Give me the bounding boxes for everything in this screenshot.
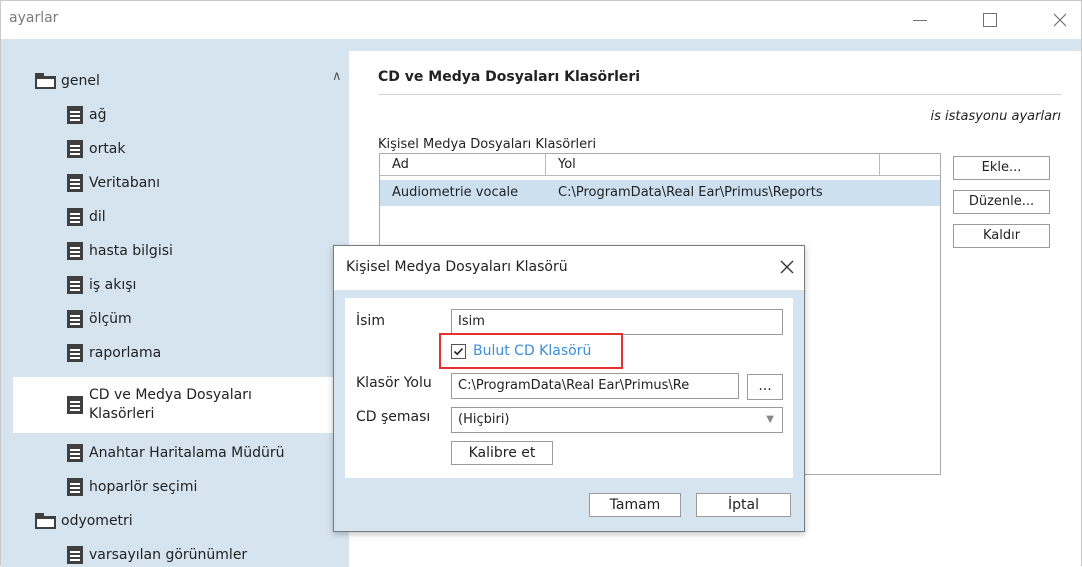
folder-path-input[interactable]: C:\ProgramData\Real Ear\Primus\Re [451, 373, 739, 399]
close-icon[interactable] [1037, 1, 1082, 39]
media-folder-dialog: Kişisel Medya Dosyaları Klasörü İsim Isi… [333, 245, 805, 532]
document-icon [67, 140, 83, 158]
column-header-yol[interactable]: Yol [546, 154, 880, 176]
title-bar: ayarlar [1, 1, 1081, 39]
document-icon [67, 208, 83, 226]
checkmark-icon [453, 347, 464, 356]
tree-item-odyometri[interactable]: odyometri [13, 504, 351, 538]
tree-item-hasta-bilgisi[interactable]: hasta bilgisi [13, 234, 383, 268]
cd-scheme-select[interactable]: (Hiçbiri) ▼ [451, 407, 783, 433]
tree-item-label: iş akışı [89, 277, 137, 293]
document-icon [67, 546, 83, 564]
tree-item-label: Klasörleri [89, 406, 155, 422]
tree-item-label: Veritabanı [89, 175, 161, 191]
cell-yol: C:\ProgramData\Real Ear\Primus\Reports [558, 185, 823, 200]
tree-item-hoparlor-secimi[interactable]: hoparlör seçimi [13, 470, 383, 504]
document-icon [67, 396, 83, 414]
tree-item-is-akisi[interactable]: iş akışı [13, 268, 383, 302]
browse-button[interactable]: ... [747, 374, 783, 400]
scope-label: is istasyonu ayarları [930, 109, 1061, 124]
ok-button[interactable]: Tamam [589, 493, 681, 517]
calibrate-button[interactable]: Kalibre et [451, 441, 553, 465]
maximize-icon[interactable] [967, 1, 1013, 39]
cd-scheme-label: CD şeması [356, 409, 431, 425]
dialog-close-icon[interactable] [780, 254, 794, 279]
tree-item-label: varsayılan görünümler [89, 547, 248, 563]
table-row[interactable]: Audiometrie vocale C:\ProgramData\Real E… [380, 180, 940, 206]
tree-item-veritabani[interactable]: Veritabanı [13, 166, 383, 200]
tree-item-cd-medya[interactable]: CD ve Medya Dosyaları Klasörleri [13, 377, 383, 433]
document-icon [67, 478, 83, 496]
tree-item-label: ortak [89, 141, 126, 157]
settings-tree: ∧ genel ağ ortak Veritabanı dil hasta bi… [13, 51, 383, 567]
dropdown-arrow-icon: ▼ [766, 414, 774, 425]
document-icon [67, 444, 83, 462]
document-icon [67, 242, 83, 260]
folder-icon [35, 73, 57, 89]
remove-button[interactable]: Kaldır [953, 224, 1050, 248]
list-label: Kişisel Medya Dosyaları Klasörleri [378, 137, 597, 152]
tree-item-label: ölçüm [89, 311, 132, 327]
tree-item-ag[interactable]: ağ [13, 98, 383, 132]
folder-icon [35, 513, 57, 529]
tree-item-raporlama[interactable]: raporlama [13, 336, 383, 370]
add-button[interactable]: Ekle... [953, 156, 1050, 180]
tree-item-label: raporlama [89, 345, 162, 361]
tree-item-label: hasta bilgisi [89, 243, 173, 259]
minimize-icon[interactable] [897, 1, 943, 39]
tree-item-varsayilan-gorunumler[interactable]: varsayılan görünümler [13, 538, 383, 567]
tree-item-anahtar-haritalama[interactable]: Anahtar Haritalama Müdürü [13, 436, 383, 470]
tree-item-label: dil [89, 209, 106, 225]
cell-ad: Audiometrie vocale [392, 185, 519, 200]
edit-button[interactable]: Düzenle... [953, 190, 1050, 214]
settings-window: ayarlar ∧ genel ağ ortak Veritabanı dil … [0, 0, 1082, 567]
tree-item-genel[interactable]: genel [13, 64, 351, 98]
tree-item-ortak[interactable]: ortak [13, 132, 383, 166]
panel-title: CD ve Medya Dosyaları Klasörleri [378, 69, 641, 85]
tree-item-dil[interactable]: dil [13, 200, 383, 234]
column-header-ad[interactable]: Ad [380, 154, 546, 176]
dialog-title-bar: Kişisel Medya Dosyaları Klasörü [334, 246, 804, 290]
tree-item-label: CD ve Medya Dosyaları [89, 387, 252, 403]
tree-item-olcum[interactable]: ölçüm [13, 302, 383, 336]
tree-item-label: ağ [89, 107, 107, 123]
cd-scheme-value: (Hiçbiri) [458, 412, 510, 427]
document-icon [67, 174, 83, 192]
folder-path-label: Klasör Yolu [356, 375, 432, 391]
cloud-cd-checkbox-label[interactable]: Bulut CD Klasörü [473, 343, 591, 359]
document-icon [67, 310, 83, 328]
column-header-empty [880, 154, 940, 176]
tree-item-label: odyometri [61, 513, 133, 529]
cloud-cd-checkbox[interactable] [451, 344, 466, 359]
name-input[interactable]: Isim [451, 309, 783, 335]
name-label: İsim [356, 313, 385, 329]
tree-item-label: hoparlör seçimi [89, 479, 198, 495]
tree-item-label: Anahtar Haritalama Müdürü [89, 445, 285, 461]
cancel-button[interactable]: İptal [696, 493, 791, 517]
panel-divider [378, 94, 1062, 95]
window-title: ayarlar [9, 10, 59, 26]
document-icon [67, 106, 83, 124]
document-icon [67, 344, 83, 362]
dialog-title: Kişisel Medya Dosyaları Klasörü [346, 259, 568, 275]
document-icon [67, 276, 83, 294]
tree-item-label: genel [61, 73, 100, 89]
